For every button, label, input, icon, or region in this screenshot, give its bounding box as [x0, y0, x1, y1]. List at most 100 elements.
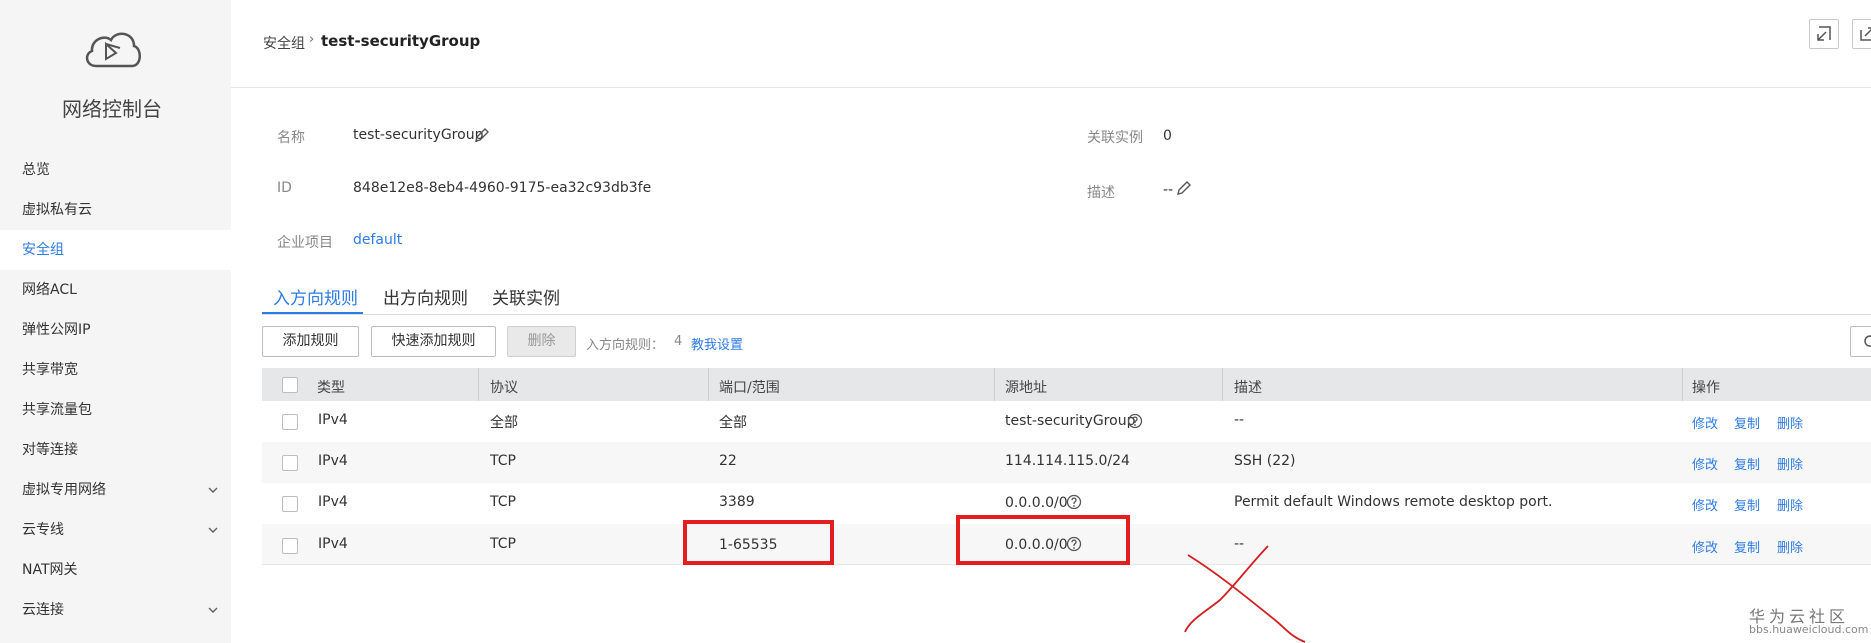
- sidebar: 网络控制台 总览 虚拟私有云 安全组 网络ACL 弹性公网IP 共享带宽 共享流…: [0, 0, 231, 643]
- open-external-button[interactable]: [1852, 19, 1871, 49]
- cell-protocol: TCP: [490, 494, 516, 510]
- chevron-down-icon: [208, 607, 218, 614]
- delete-button[interactable]: 删除: [507, 326, 576, 357]
- breadcrumb-separator: ›: [309, 32, 315, 47]
- sidebar-item-label: 弹性公网IP: [22, 322, 91, 338]
- active-tab-indicator: [262, 312, 363, 314]
- refresh-icon: [1864, 335, 1871, 347]
- sidebar-item-label: 虚拟专用网络: [22, 482, 106, 498]
- annotation-highlight-port: [683, 520, 834, 565]
- breadcrumb-current: test-securityGroup: [321, 32, 481, 50]
- row-checkbox[interactable]: [282, 538, 298, 554]
- cell-description: Permit default Windows remote desktop po…: [1234, 494, 1553, 510]
- delete-rule-link[interactable]: 删除: [1777, 454, 1803, 473]
- sidebar-item-vpn[interactable]: 虚拟专用网络: [0, 470, 231, 510]
- sidebar-item-label: 共享流量包: [22, 402, 92, 418]
- sidebar-item-direct-connect[interactable]: 云专线: [0, 510, 231, 550]
- cell-description: SSH (22): [1234, 453, 1296, 469]
- tab-inbound-rules[interactable]: 入方向规则: [273, 284, 358, 309]
- cell-source-link[interactable]: test-securityGroup: [1005, 413, 1135, 429]
- sidebar-item-vpc[interactable]: 虚拟私有云: [0, 190, 231, 230]
- description-label: 描述: [1087, 185, 1115, 201]
- edit-pencil-icon[interactable]: [474, 127, 490, 143]
- sidebar-item-label: 网络ACL: [22, 282, 77, 298]
- help-setup-link[interactable]: 教我设置: [691, 334, 743, 353]
- name-value: test-securityGroup: [353, 127, 484, 143]
- project-label: 企业项目: [277, 235, 333, 251]
- rule-count-value: 4: [674, 334, 683, 349]
- cell-type: IPv4: [318, 494, 348, 510]
- add-rule-button[interactable]: 添加规则: [262, 326, 359, 357]
- delete-rule-link[interactable]: 删除: [1777, 537, 1803, 556]
- sidebar-item-security-group[interactable]: 安全组: [0, 230, 231, 270]
- exit-icon: [1817, 26, 1831, 41]
- cell-type: IPv4: [318, 453, 348, 469]
- cell-description: --: [1234, 412, 1245, 428]
- copy-rule-link[interactable]: 复制: [1734, 454, 1760, 473]
- select-all-checkbox[interactable]: [282, 377, 298, 393]
- help-circle-icon[interactable]: [1066, 494, 1082, 510]
- column-divider: [1222, 368, 1223, 401]
- column-header-protocol: 协议: [490, 380, 518, 396]
- cell-port: 全部: [719, 415, 747, 431]
- copy-rule-link[interactable]: 复制: [1734, 537, 1760, 556]
- exit-button[interactable]: [1809, 19, 1839, 49]
- sidebar-item-network-acl[interactable]: 网络ACL: [0, 270, 231, 310]
- cloud-logo-icon: [85, 32, 141, 68]
- chevron-down-icon: [208, 527, 218, 534]
- sidebar-item-shared-traffic[interactable]: 共享流量包: [0, 390, 231, 430]
- annotation-highlight-source: [956, 515, 1130, 565]
- id-value: 848e12e8-8eb4-4960-9175-ea32c93db3fe: [353, 180, 652, 196]
- sidebar-item-nat-gateway[interactable]: NAT网关: [0, 550, 231, 590]
- cell-port: 3389: [719, 494, 755, 510]
- sidebar-item-eip[interactable]: 弹性公网IP: [0, 310, 231, 350]
- instances-label: 关联实例: [1087, 130, 1143, 146]
- edit-pencil-icon[interactable]: [1176, 180, 1192, 196]
- instances-value: 0: [1163, 128, 1172, 144]
- delete-rule-link[interactable]: 删除: [1777, 413, 1803, 432]
- edit-rule-link[interactable]: 修改: [1692, 413, 1718, 432]
- row-checkbox[interactable]: [282, 414, 298, 430]
- cell-protocol: TCP: [490, 536, 516, 552]
- edit-rule-link[interactable]: 修改: [1692, 537, 1718, 556]
- edit-rule-link[interactable]: 修改: [1692, 495, 1718, 514]
- name-label: 名称: [277, 130, 305, 146]
- sidebar-item-label: 云专线: [22, 522, 64, 538]
- id-label: ID: [277, 180, 292, 196]
- column-divider: [1682, 368, 1683, 401]
- sidebar-item-overview[interactable]: 总览: [0, 150, 231, 190]
- column-divider: [708, 368, 709, 401]
- row-checkbox[interactable]: [282, 496, 298, 512]
- delete-rule-link[interactable]: 删除: [1777, 495, 1803, 514]
- description-value: --: [1163, 182, 1174, 198]
- cell-protocol: TCP: [490, 453, 516, 469]
- tabs-divider: [262, 314, 1871, 315]
- cell-type: IPv4: [318, 536, 348, 552]
- column-divider: [478, 368, 479, 401]
- project-link[interactable]: default: [353, 232, 402, 248]
- refresh-button[interactable]: [1850, 326, 1871, 357]
- column-header-description: 描述: [1234, 380, 1262, 396]
- column-header-actions: 操作: [1692, 380, 1720, 396]
- sidebar-item-label: 云连接: [22, 602, 64, 618]
- cell-source: 114.114.115.0/24: [1005, 453, 1130, 469]
- sidebar-item-label: 虚拟私有云: [22, 202, 92, 218]
- copy-rule-link[interactable]: 复制: [1734, 495, 1760, 514]
- console-title: 网络控制台: [62, 97, 162, 121]
- copy-rule-link[interactable]: 复制: [1734, 413, 1760, 432]
- sidebar-item-shared-bandwidth[interactable]: 共享带宽: [0, 350, 231, 390]
- page-header: 安全组 › test-securityGroup: [231, 0, 1871, 88]
- tab-outbound-rules[interactable]: 出方向规则: [383, 284, 468, 309]
- edit-rule-link[interactable]: 修改: [1692, 454, 1718, 473]
- sidebar-item-peering[interactable]: 对等连接: [0, 430, 231, 470]
- rule-count-label: 入方向规则：: [586, 338, 665, 353]
- cell-source: 0.0.0.0/0: [1005, 495, 1068, 511]
- quick-add-rule-button[interactable]: 快速添加规则: [371, 326, 496, 357]
- annotation-cross-mark: [1184, 545, 1306, 643]
- breadcrumb-parent[interactable]: 安全组: [263, 33, 305, 53]
- sidebar-item-cloud-connect[interactable]: 云连接: [0, 590, 231, 630]
- row-checkbox[interactable]: [282, 455, 298, 471]
- cell-protocol: 全部: [490, 415, 518, 431]
- tab-associated-instances[interactable]: 关联实例: [492, 284, 560, 309]
- help-circle-icon[interactable]: [1127, 413, 1143, 429]
